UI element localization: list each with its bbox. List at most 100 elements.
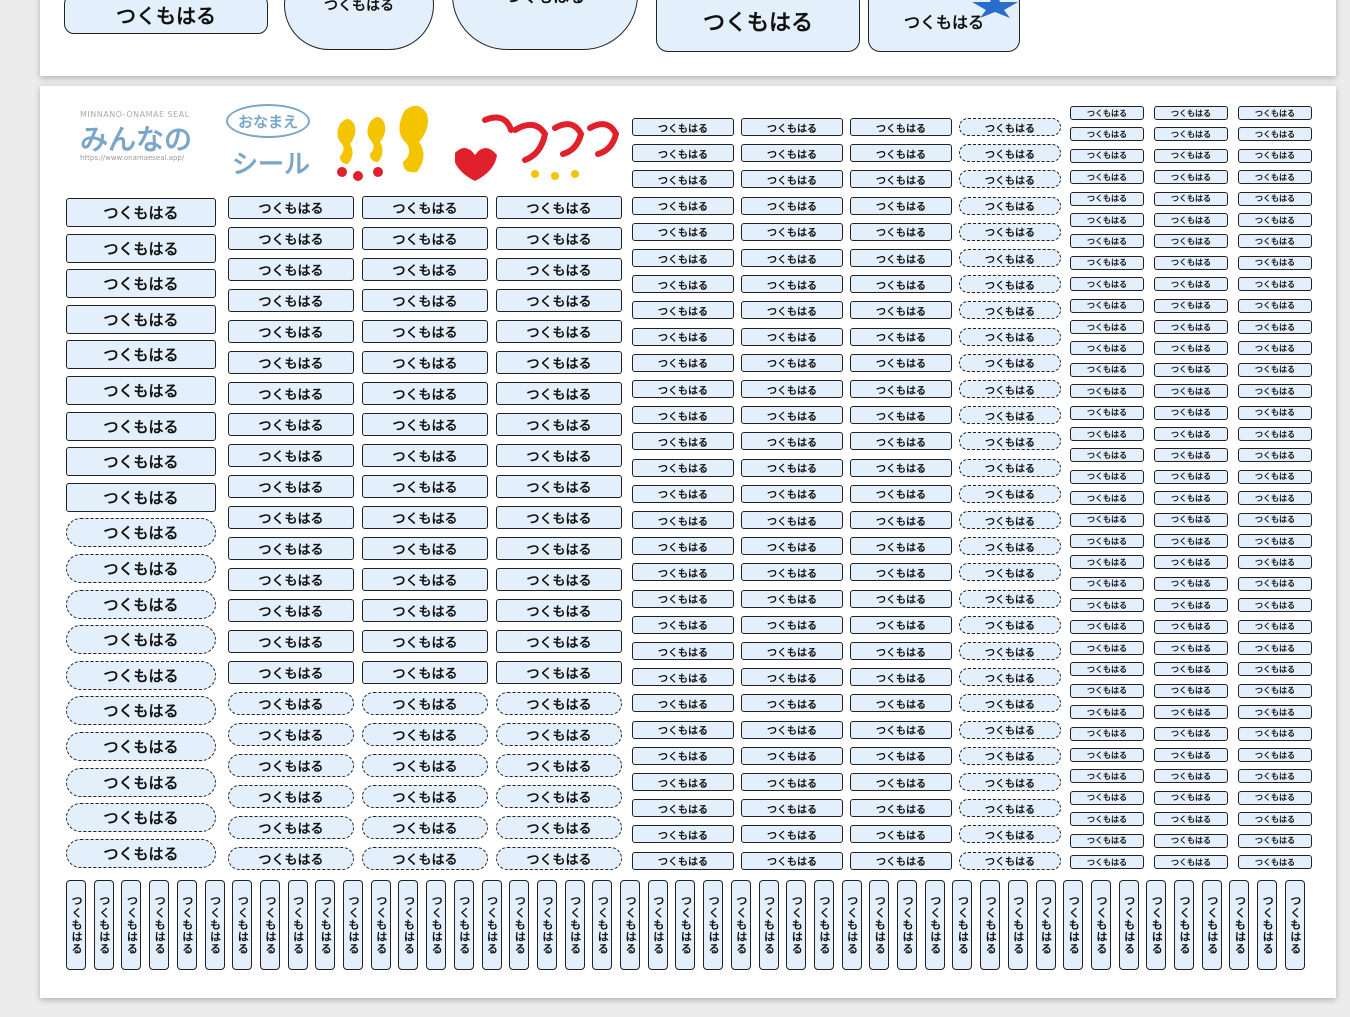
name-label: つくもはる — [66, 767, 216, 797]
name-label: つくもはる — [959, 720, 1061, 739]
name-label: つくもはる — [1238, 320, 1312, 334]
name-label: つくもはる — [496, 568, 622, 591]
name-label: つくもはる — [362, 258, 488, 281]
vertical-name-label: つくもはる — [509, 880, 530, 970]
name-label: つくもはる — [1238, 534, 1312, 548]
name-label: つくもはる — [741, 799, 843, 818]
name-label: つくもはる — [1238, 255, 1312, 270]
name-label: つくもはる — [741, 196, 843, 215]
vertical-name-label: つくもはる — [1201, 880, 1222, 970]
name-label: つくもはる — [1154, 384, 1228, 399]
name-label: つくもはる — [741, 851, 843, 870]
name-label: つくもはる — [959, 746, 1061, 765]
name-label: つくもはる — [496, 537, 622, 560]
name-label: つくもはる — [1070, 555, 1144, 570]
name-label: つくもはる — [228, 351, 354, 374]
name-label: つくもはる — [850, 746, 952, 765]
vertical-name-label: つくもはる — [786, 880, 807, 970]
vertical-name-label: つくもはる — [232, 880, 253, 970]
name-label: つくもはる — [850, 589, 952, 608]
name-label: つくもはる — [1154, 448, 1228, 463]
name-label: つくもはる — [1238, 448, 1312, 463]
name-label: つくもはる — [66, 696, 216, 726]
name-label: つくもはる — [741, 380, 843, 398]
name-label: つくもはる — [1238, 234, 1312, 249]
name-label: つくもはる — [1154, 427, 1228, 441]
name-label: つくもはる — [1238, 405, 1312, 420]
name-label: つくもはる — [1154, 598, 1228, 613]
name-label: つくもはる — [1154, 641, 1228, 655]
name-label: つくもはる — [362, 816, 488, 839]
name-label: つくもはる — [1070, 362, 1144, 377]
name-label: つくもはる — [66, 554, 216, 583]
name-label: つくもはる — [632, 799, 734, 818]
name-label: つくもはる — [632, 353, 734, 372]
name-label: つくもはる — [1070, 106, 1144, 120]
name-label: つくもはる — [959, 589, 1061, 608]
vertical-name-label: つくもはる — [813, 880, 834, 970]
name-label: つくもはる — [741, 327, 843, 346]
name-label: つくもはる — [959, 563, 1061, 582]
vertical-name-label: つくもはる — [703, 880, 724, 970]
name-label: つくもはる — [1238, 127, 1312, 142]
name-label: つくもはる — [362, 754, 488, 777]
shrimp-icon — [455, 114, 620, 181]
name-label: つくもはる — [1238, 384, 1312, 399]
name-label: つくもはる — [496, 382, 622, 405]
name-label: つくもはる — [741, 144, 843, 163]
vertical-name-label: つくもはる — [259, 880, 280, 970]
name-label: つくもはる — [632, 484, 734, 503]
name-label: つくもはる — [228, 475, 354, 498]
name-label: つくもはる — [66, 838, 216, 868]
name-label: つくもはる — [741, 773, 843, 791]
name-label: つくもはる — [362, 723, 488, 746]
name-label: つくもはる — [850, 537, 952, 556]
name-label: つくもはる — [959, 615, 1061, 634]
name-label: つくもはる — [1070, 448, 1144, 463]
name-label: つくもはる — [741, 694, 843, 713]
name-label: つくもはる — [1154, 170, 1228, 185]
name-label: つくもはる — [228, 227, 354, 250]
name-label: つくもはる — [496, 754, 622, 777]
name-label: つくもはる — [632, 511, 734, 529]
name-label: つくもはる — [741, 668, 843, 687]
name-label: つくもはる — [496, 847, 622, 870]
name-label: つくもはる — [496, 227, 622, 250]
vertical-name-label: つくもはる — [149, 880, 170, 970]
name-label: つくもはる — [632, 196, 734, 215]
name-label: つくもはる — [362, 568, 488, 591]
name-label: つくもはる — [959, 458, 1061, 477]
vertical-name-label: つくもはる — [398, 880, 419, 970]
name-label: つくもはる — [741, 484, 843, 503]
name-label: つくもはる — [632, 746, 734, 765]
name-label: つくもはる — [496, 258, 622, 281]
name-label: つくもはる — [632, 825, 734, 844]
name-label: つくもはる — [741, 222, 843, 241]
name-label: つくもはる — [850, 432, 952, 451]
name-label: つくもはる — [741, 301, 843, 320]
name-label: つくもはる — [66, 376, 216, 405]
name-label: つくもはる — [1070, 148, 1144, 163]
name-label: つくもはる — [741, 275, 843, 294]
name-label: つくもはる — [362, 599, 488, 622]
name-label: つくもはる — [228, 661, 354, 684]
vertical-name-label: つくもはる — [176, 880, 197, 970]
name-label: つくもはる — [741, 170, 843, 189]
vertical-name-label: つくもはる — [592, 880, 613, 970]
vertical-name-label: つくもはる — [1257, 880, 1278, 970]
name-label: つくもはる — [850, 851, 952, 870]
name-label: つくもはる — [1154, 619, 1228, 634]
name-label: つくもはる — [741, 458, 843, 477]
name-label: つくもはる — [66, 304, 216, 334]
name-label: つくもはる — [228, 723, 354, 746]
name-label: つくもはる — [1154, 833, 1228, 848]
name-label: つくもはる — [632, 773, 734, 791]
name-label: つくもはる — [362, 444, 488, 467]
name-label: つくもはる — [1154, 234, 1228, 249]
vertical-name-label: つくもはる — [897, 880, 917, 970]
name-label: つくもはる — [362, 382, 488, 405]
name-label: つくもはる — [1238, 427, 1312, 441]
name-label: つくもはる — [1154, 213, 1228, 227]
logo-bubble: おなまえ — [226, 104, 310, 138]
name-label: つくもはる — [1070, 748, 1144, 762]
